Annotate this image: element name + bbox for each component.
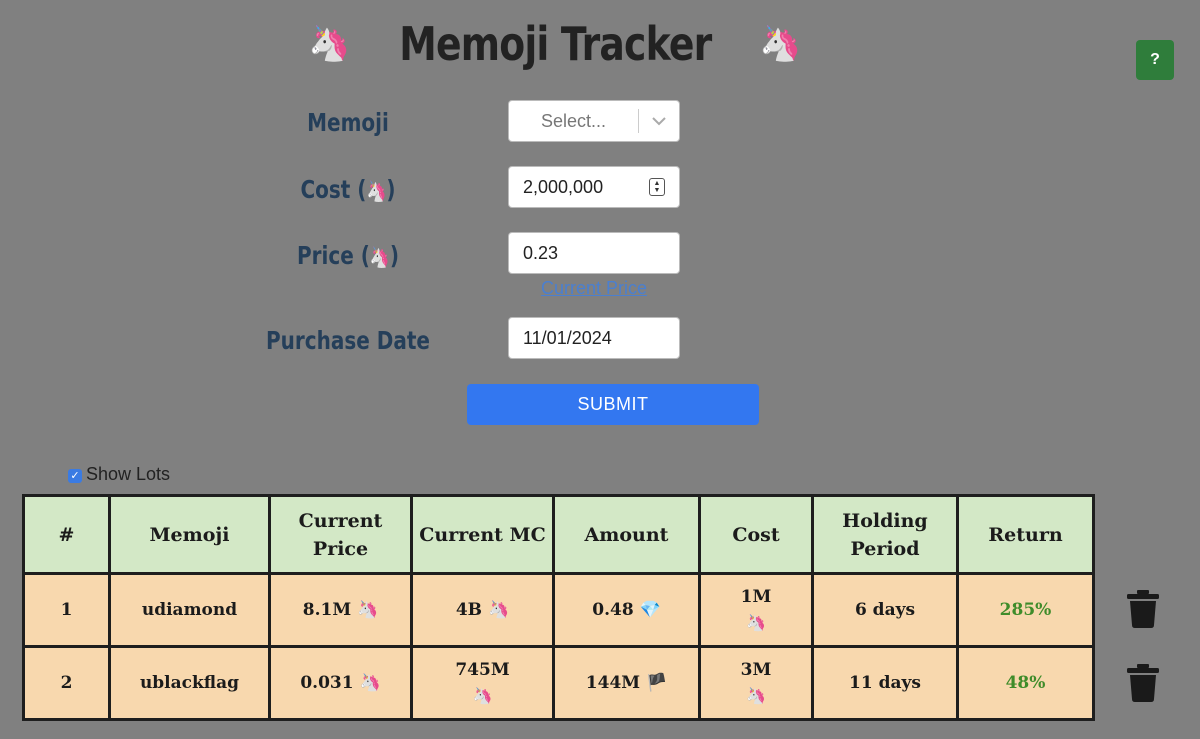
cost-input-value: 2,000,000 <box>523 176 604 197</box>
cell-return: 48% <box>956 645 1095 721</box>
delete-lot-2-button[interactable] <box>1127 664 1159 702</box>
cell-cost: 1M 🦄 <box>698 572 814 648</box>
cell-current-price: 0.031 🦄 <box>268 645 413 721</box>
show-lots-toggle[interactable]: ✓ Show Lots <box>68 462 170 486</box>
price-input[interactable]: 0.23 <box>508 232 680 274</box>
unicorn-icon: 🦄 <box>308 25 351 63</box>
page-title-text: Memoji Tracker <box>398 17 712 71</box>
price-input-value: 0.23 <box>523 242 559 263</box>
table-header-row: # Memoji Current Price Current MC Amount… <box>22 494 1095 575</box>
cell-index: 2 <box>22 645 111 721</box>
memoji-label: Memoji <box>307 108 389 137</box>
cell-current-mc: 745M 🦄 <box>410 645 555 721</box>
cell-cost: 3M 🦄 <box>698 645 814 721</box>
lots-table: # Memoji Current Price Current MC Amount… <box>22 494 1095 721</box>
unicorn-icon: 🦄 <box>366 179 387 203</box>
trash-icon[interactable] <box>1127 590 1159 628</box>
number-stepper-icon[interactable]: ▲ ▼ <box>649 178 665 196</box>
cell-amount: 144M 🏴 <box>552 645 701 721</box>
column-header-memoji: Memoji <box>108 494 271 575</box>
cell-index: 1 <box>22 572 111 648</box>
unicorn-icon: 🦄 <box>472 686 493 705</box>
cell-amount: 0.48 💎 <box>552 572 701 648</box>
cell-memoji: udiamond <box>108 572 271 648</box>
table-row: 2 ublackflag 0.031 🦄 745M 🦄 144M 🏴 3M 🦄 11… <box>22 645 1095 721</box>
cell-memoji: ublackflag <box>108 645 271 721</box>
unicorn-icon: 🦄 <box>369 245 390 269</box>
current-price-link[interactable]: Current Price <box>508 278 680 299</box>
checkbox-checked-icon[interactable]: ✓ <box>68 468 82 483</box>
table-row: 1 udiamond 8.1M 🦄 4B 🦄 0.48 💎 1M 🦄 6 days… <box>22 572 1095 648</box>
column-header-current-price: Current Price <box>268 494 413 575</box>
page-title: 🦄 Memoji Tracker 🦄 <box>0 12 1200 76</box>
submit-button[interactable]: SUBMIT <box>467 384 759 425</box>
unicorn-icon: 🦄 <box>759 25 802 63</box>
delete-lot-1-button[interactable] <box>1127 590 1159 628</box>
unicorn-icon: 🦄 <box>746 613 766 632</box>
column-header-current-mc: Current MC <box>410 494 555 575</box>
show-lots-label: Show Lots <box>86 463 171 484</box>
column-header-holding-period: Holding Period <box>811 494 959 575</box>
cost-label-text: Cost ( <box>300 175 367 204</box>
chevron-down-icon[interactable] <box>639 116 679 126</box>
price-label: Price (🦄) <box>180 241 516 270</box>
price-label-end: ) <box>389 241 399 270</box>
cost-label-end: ) <box>386 175 396 204</box>
cell-current-mc: 4B 🦄 <box>410 572 555 648</box>
purchase-date-input[interactable]: 11/01/2024 <box>508 317 680 359</box>
cost-value: 3M <box>740 660 772 680</box>
purchase-date-value: 11/01/2024 <box>523 327 612 348</box>
memoji-select-placeholder: Select... <box>540 110 607 131</box>
column-header-amount: Amount <box>552 494 701 575</box>
cell-current-price: 8.1M 🦄 <box>268 572 413 648</box>
price-label-text: Price ( <box>297 241 370 270</box>
column-header-return: Return <box>956 494 1095 575</box>
help-button[interactable]: ? <box>1136 40 1174 80</box>
column-header-index: # <box>22 494 111 575</box>
cost-label: Cost (🦄) <box>180 175 516 204</box>
cost-value: 1M <box>740 587 772 607</box>
purchase-date-label: Purchase Date <box>265 326 430 355</box>
trash-icon[interactable] <box>1127 664 1159 702</box>
unicorn-icon: 🦄 <box>746 686 766 705</box>
column-header-cost: Cost <box>698 494 814 575</box>
cell-return: 285% <box>956 572 1095 648</box>
current-mc-value: 745M <box>455 660 510 680</box>
memoji-select[interactable]: Select... <box>508 100 680 142</box>
cell-holding-period: 11 days <box>811 645 959 721</box>
cell-holding-period: 6 days <box>811 572 959 648</box>
cost-input[interactable]: 2,000,000 ▲ ▼ <box>508 166 680 208</box>
